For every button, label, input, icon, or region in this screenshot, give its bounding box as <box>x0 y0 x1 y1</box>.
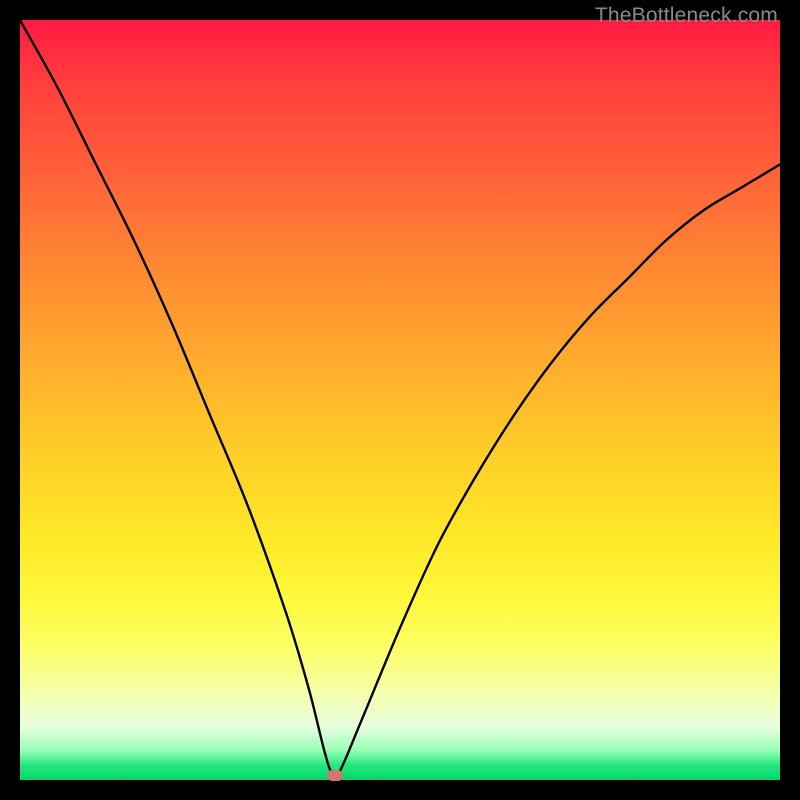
optimal-point-marker <box>327 770 343 781</box>
plot-area <box>20 20 780 780</box>
bottleneck-curve <box>20 20 780 780</box>
chart-container: TheBottleneck.com <box>0 0 800 800</box>
watermark-text: TheBottleneck.com <box>595 4 778 28</box>
